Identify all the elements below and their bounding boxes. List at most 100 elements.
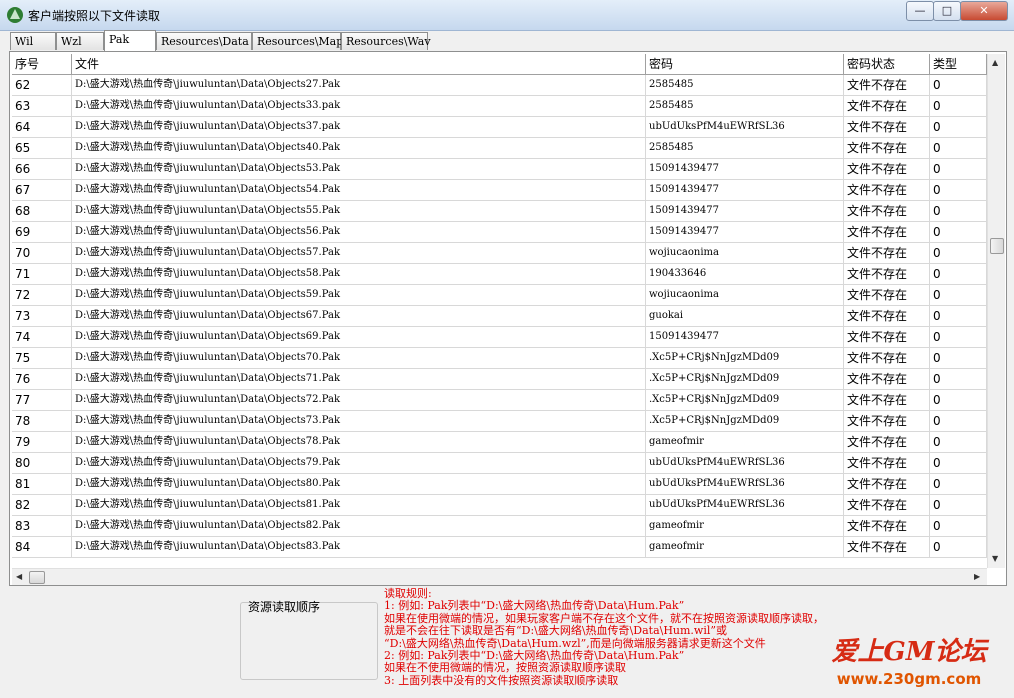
column-header-password-status[interactable]: 密码状态	[844, 54, 930, 75]
watermark-url: www.230gm.com	[836, 670, 982, 688]
cell-password: ubUdUksPfM4uEWRfSL36	[646, 474, 844, 495]
column-header-file[interactable]: 文件	[72, 54, 646, 75]
cell-index: 73	[12, 306, 72, 327]
vertical-scrollbar[interactable]: ▲ ▼	[987, 54, 1005, 568]
cell-index: 79	[12, 432, 72, 453]
forum-watermark-logo: 爱上GM论坛 www.230gm.com	[818, 637, 1000, 695]
cell-password: 15091439477	[646, 201, 844, 222]
close-button[interactable]: ✕	[960, 1, 1008, 21]
scroll-up-arrow-icon[interactable]: ▲	[992, 58, 998, 67]
cell-type: 0	[930, 75, 987, 96]
cell-password: gameofmir	[646, 516, 844, 537]
column-header-index[interactable]: 序号	[12, 54, 72, 75]
cell-password-status: 文件不存在	[844, 348, 930, 369]
cell-type: 0	[930, 306, 987, 327]
window-title: 客户端按照以下文件读取	[28, 9, 161, 23]
cell-type: 0	[930, 285, 987, 306]
cell-password: .Xc5P+CRj$NnJgzMDd09	[646, 390, 844, 411]
cell-type: 0	[930, 348, 987, 369]
scroll-right-arrow-icon[interactable]: ▶	[974, 572, 980, 581]
cell-type: 0	[930, 390, 987, 411]
cell-file: D:\盛大游戏\热血传奇\jiuwuluntan\Data\Objects78.…	[72, 432, 646, 453]
cell-index: 69	[12, 222, 72, 243]
read-rules-text: 读取规则: 1: 例如: Pak列表中“D:\盛大网络\热血传奇\Data\Hum…	[384, 587, 824, 687]
cell-file: D:\盛大游戏\热血传奇\jiuwuluntan\Data\Objects80.…	[72, 474, 646, 495]
tab-resources-wav[interactable]: Resources\Wav	[341, 32, 431, 50]
cell-password: 2585485	[646, 96, 844, 117]
cell-password: 190433646	[646, 264, 844, 285]
cell-file: D:\盛大游戏\热血传奇\jiuwuluntan\Data\Objects73.…	[72, 411, 646, 432]
cell-file: D:\盛大游戏\热血传奇\jiuwuluntan\Data\Objects57.…	[72, 243, 646, 264]
cell-password-status: 文件不存在	[844, 306, 930, 327]
maximize-button[interactable]: □	[933, 1, 961, 21]
cell-file: D:\盛大游戏\热血传奇\jiuwuluntan\Data\Objects54.…	[72, 180, 646, 201]
cell-file: D:\盛大游戏\热血传奇\jiuwuluntan\Data\Objects27.…	[72, 75, 646, 96]
rule-line: 3: 上面列表中没有的文件按照资源读取顺序读取	[384, 673, 619, 687]
cell-password-status: 文件不存在	[844, 516, 930, 537]
horizontal-scroll-thumb[interactable]	[29, 571, 45, 584]
cell-type: 0	[930, 411, 987, 432]
scroll-left-arrow-icon[interactable]: ◀	[16, 572, 22, 581]
cell-password: 2585485	[646, 75, 844, 96]
cell-file: D:\盛大游戏\热血传奇\jiuwuluntan\Data\Objects59.…	[72, 285, 646, 306]
cell-file: D:\盛大游戏\热血传奇\jiuwuluntan\Data\Objects79.…	[72, 453, 646, 474]
cell-file: D:\盛大游戏\热血传奇\jiuwuluntan\Data\Objects40.…	[72, 138, 646, 159]
rule-line: 就是不会在往下读取是否有“D:\盛大网络\热血传奇\Data\Hum.wil”或	[384, 624, 728, 638]
cell-password-status: 文件不存在	[844, 453, 930, 474]
cell-file: D:\盛大游戏\热血传奇\jiuwuluntan\Data\Objects56.…	[72, 222, 646, 243]
scroll-down-arrow-icon[interactable]: ▼	[992, 554, 998, 563]
cell-type: 0	[930, 96, 987, 117]
minimize-button[interactable]: —	[906, 1, 934, 21]
cell-password-status: 文件不存在	[844, 537, 930, 558]
cell-type: 0	[930, 369, 987, 390]
cell-index: 76	[12, 369, 72, 390]
horizontal-scrollbar[interactable]: ◀ ▶	[12, 568, 987, 585]
vertical-scroll-thumb[interactable]	[990, 238, 1004, 255]
tab-resources-map[interactable]: Resources\Map	[252, 32, 343, 50]
rule-line: 如果在不使用微端的情况，按照资源读取顺序读取	[384, 661, 626, 675]
cell-file: D:\盛大游戏\热血传奇\jiuwuluntan\Data\Objects58.…	[72, 264, 646, 285]
cell-password-status: 文件不存在	[844, 96, 930, 117]
file-table[interactable]: 序号 文件 密码 密码状态 类型 62 D:\盛大游戏\热血传奇\jiuwulun…	[12, 54, 987, 568]
cell-password-status: 文件不存在	[844, 432, 930, 453]
cell-password: 15091439477	[646, 159, 844, 180]
title-bar[interactable]: 客户端按照以下文件读取 — □ ✕	[0, 0, 1014, 31]
cell-password: ubUdUksPfM4uEWRfSL36	[646, 453, 844, 474]
tab-wzl[interactable]: Wzl	[56, 32, 104, 50]
cell-password-status: 文件不存在	[844, 180, 930, 201]
cell-type: 0	[930, 117, 987, 138]
cell-type: 0	[930, 138, 987, 159]
cell-file: D:\盛大游戏\热血传奇\jiuwuluntan\Data\Objects69.…	[72, 327, 646, 348]
cell-password-status: 文件不存在	[844, 117, 930, 138]
cell-password: .Xc5P+CRj$NnJgzMDd09	[646, 411, 844, 432]
column-header-type[interactable]: 类型	[930, 54, 987, 75]
column-header-password[interactable]: 密码	[646, 54, 844, 75]
cell-index: 80	[12, 453, 72, 474]
cell-password-status: 文件不存在	[844, 327, 930, 348]
watermark-title: 爱上GM论坛	[831, 637, 987, 667]
cell-index: 78	[12, 411, 72, 432]
cell-index: 75	[12, 348, 72, 369]
cell-type: 0	[930, 159, 987, 180]
cell-file: D:\盛大游戏\热血传奇\jiuwuluntan\Data\Objects71.…	[72, 369, 646, 390]
cell-type: 0	[930, 495, 987, 516]
cell-password: ubUdUksPfM4uEWRfSL36	[646, 495, 844, 516]
cell-index: 63	[12, 96, 72, 117]
tab-wil[interactable]: Wil	[10, 32, 56, 50]
cell-index: 67	[12, 180, 72, 201]
tab-resources-data[interactable]: Resources\Data	[156, 32, 252, 50]
cell-index: 82	[12, 495, 72, 516]
cell-type: 0	[930, 474, 987, 495]
cell-password-status: 文件不存在	[844, 474, 930, 495]
cell-password-status: 文件不存在	[844, 390, 930, 411]
cell-password: wojiucaonima	[646, 285, 844, 306]
app-icon	[7, 7, 23, 23]
cell-password: .Xc5P+CRj$NnJgzMDd09	[646, 348, 844, 369]
cell-type: 0	[930, 180, 987, 201]
cell-password-status: 文件不存在	[844, 243, 930, 264]
cell-file: D:\盛大游戏\热血传奇\jiuwuluntan\Data\Objects53.…	[72, 159, 646, 180]
cell-type: 0	[930, 243, 987, 264]
tab-pak[interactable]: Pak	[104, 30, 156, 51]
cell-type: 0	[930, 516, 987, 537]
cell-index: 62	[12, 75, 72, 96]
